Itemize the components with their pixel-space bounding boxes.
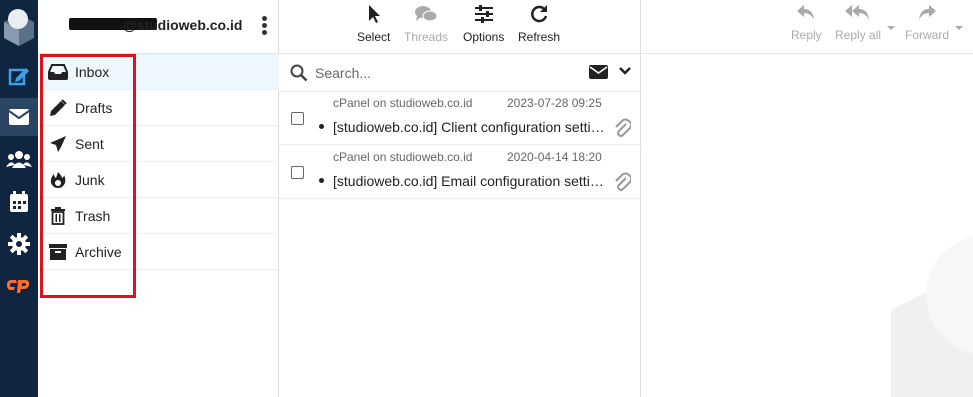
folder-inbox[interactable]: Inbox bbox=[38, 54, 279, 90]
message-subject: [studioweb.co.id] Email configuration se… bbox=[333, 173, 608, 189]
account-email: @studioweb.co.id bbox=[123, 17, 243, 33]
list-toolbar: Select Threads Options Refresh bbox=[279, 0, 641, 54]
compose-icon[interactable] bbox=[0, 57, 38, 95]
search-input[interactable] bbox=[315, 63, 545, 83]
threads-button[interactable]: Threads bbox=[404, 4, 448, 50]
message-date: 2020-04-14 18:20 bbox=[507, 150, 602, 164]
cpanel-icon[interactable] bbox=[0, 266, 38, 304]
archive-icon bbox=[48, 242, 68, 262]
message-subject: [studioweb.co.id] Client configuration s… bbox=[333, 119, 608, 135]
message-row[interactable]: cPanel on studioweb.co.id 2023-07-28 09:… bbox=[279, 92, 641, 145]
account-header: @studioweb.co.id bbox=[38, 0, 279, 54]
reply-button[interactable]: Reply bbox=[791, 4, 822, 50]
folder-archive[interactable]: Archive bbox=[38, 234, 279, 270]
message-checkbox[interactable] bbox=[291, 112, 304, 125]
select-button[interactable]: Select bbox=[357, 4, 390, 50]
forward-label: Forward bbox=[905, 28, 950, 42]
preview-toolbar: Reply Reply all Forward bbox=[641, 0, 973, 54]
unread-dot-icon bbox=[319, 124, 324, 129]
cursor-icon bbox=[368, 5, 380, 23]
search-scope-envelope-icon[interactable] bbox=[589, 65, 608, 79]
roundcube-watermark bbox=[891, 236, 973, 397]
settings-icon[interactable] bbox=[0, 225, 38, 263]
roundcube-logo bbox=[0, 0, 38, 50]
options-button[interactable]: Options bbox=[463, 4, 504, 50]
folder-label: Trash bbox=[75, 207, 111, 224]
message-from: cPanel on studioweb.co.id bbox=[333, 96, 473, 110]
trash-icon bbox=[48, 206, 68, 226]
folder-drafts[interactable]: Drafts bbox=[38, 90, 279, 126]
fire-icon bbox=[48, 170, 68, 190]
mail-icon[interactable] bbox=[0, 98, 38, 136]
options-label: Options bbox=[463, 30, 505, 44]
folder-panel: @studioweb.co.id Inbox Drafts Sent Junk … bbox=[38, 0, 279, 397]
forward-button[interactable]: Forward bbox=[905, 4, 963, 50]
folder-label: Archive bbox=[75, 243, 122, 260]
reply-icon bbox=[797, 5, 815, 20]
message-row[interactable]: cPanel on studioweb.co.id 2020-04-14 18:… bbox=[279, 146, 641, 199]
sliders-icon bbox=[474, 5, 493, 23]
refresh-icon bbox=[531, 5, 548, 23]
message-date: 2023-07-28 09:25 bbox=[507, 96, 602, 110]
search-icon bbox=[290, 64, 308, 82]
refresh-button[interactable]: Refresh bbox=[518, 4, 560, 50]
folder-label: Inbox bbox=[75, 63, 110, 80]
paperclip-icon bbox=[615, 118, 631, 137]
chevron-down-icon[interactable] bbox=[619, 66, 631, 76]
refresh-label: Refresh bbox=[518, 30, 561, 44]
reply-all-button[interactable]: Reply all bbox=[835, 4, 895, 50]
folder-label: Sent bbox=[75, 135, 104, 152]
reply-label: Reply bbox=[791, 28, 822, 42]
reply-all-label: Reply all bbox=[835, 28, 882, 42]
message-checkbox[interactable] bbox=[291, 166, 304, 179]
unread-dot-icon bbox=[319, 178, 324, 183]
folder-label: Junk bbox=[75, 171, 105, 188]
calendar-icon[interactable] bbox=[0, 183, 38, 221]
select-label: Select bbox=[357, 30, 391, 44]
folder-trash[interactable]: Trash bbox=[38, 198, 279, 234]
paperclip-icon bbox=[615, 172, 631, 191]
preview-panel: Reply Reply all Forward bbox=[641, 0, 973, 397]
paper-plane-icon bbox=[48, 134, 68, 154]
folder-junk[interactable]: Junk bbox=[38, 162, 279, 198]
threads-label: Threads bbox=[404, 30, 449, 44]
folder-sent[interactable]: Sent bbox=[38, 126, 279, 162]
folder-label: Drafts bbox=[75, 99, 113, 116]
search-bar bbox=[279, 54, 641, 92]
comments-icon bbox=[415, 6, 438, 22]
message-list-panel: Select Threads Options Refresh cPanel on… bbox=[279, 0, 641, 397]
message-from: cPanel on studioweb.co.id bbox=[333, 150, 473, 164]
app-rail bbox=[0, 0, 38, 397]
forward-dropdown-icon[interactable] bbox=[955, 26, 963, 30]
account-menu-button[interactable] bbox=[262, 16, 268, 36]
pencil-icon bbox=[48, 98, 68, 118]
forward-icon bbox=[919, 5, 936, 20]
inbox-icon bbox=[48, 62, 68, 82]
reply-all-icon bbox=[845, 5, 870, 20]
reply-all-dropdown-icon[interactable] bbox=[887, 26, 895, 30]
contacts-icon[interactable] bbox=[0, 140, 38, 178]
